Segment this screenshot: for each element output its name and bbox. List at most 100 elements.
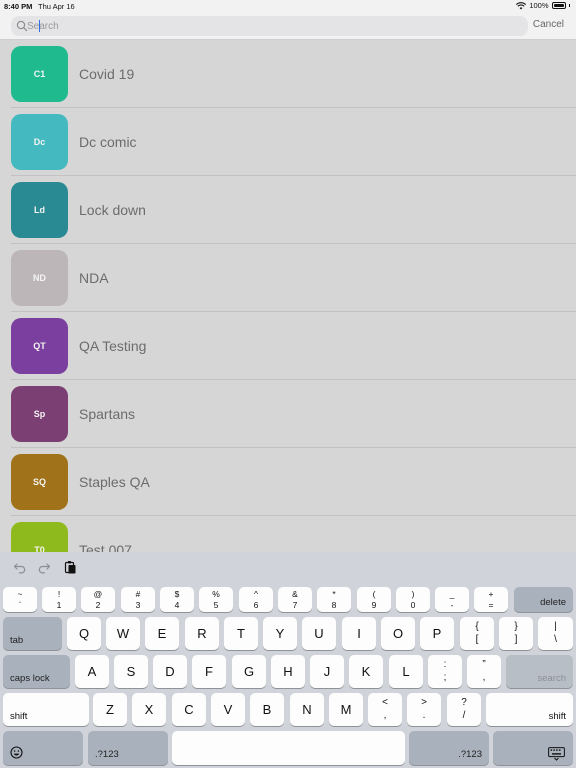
avatar: SQ [11,454,68,510]
key-t[interactable]: T [224,617,258,650]
status-right: 100% [516,1,570,10]
key-3[interactable]: # 3 [121,587,155,612]
list-item[interactable]: C1 Covid 19 [0,40,576,108]
key-backslash[interactable]: | \ [538,617,573,650]
key-number: 0 [410,600,416,610]
list-item[interactable]: QT QA Testing [0,312,576,380]
key-d[interactable]: D [153,655,187,688]
key-e[interactable]: E [145,617,179,650]
list-item-title: Covid 19 [79,66,135,82]
key-s[interactable]: S [114,655,148,688]
key-n[interactable]: N [290,693,324,726]
key-m[interactable]: M [329,693,363,726]
key-l[interactable]: L [389,655,423,688]
search-header: Cancel [0,12,576,40]
status-time: 8:40 PM [4,2,33,11]
list-item[interactable]: ND NDA [0,244,576,312]
key-equals[interactable]: + = [474,587,508,612]
key-label: K [361,664,371,679]
key-bracket-left[interactable]: { [ [460,617,494,650]
key-w[interactable]: W [106,617,140,650]
list-item-title: QA Testing [79,338,147,354]
search-box[interactable] [11,16,528,36]
key-symbol: % [212,589,220,599]
key-j[interactable]: J [310,655,344,688]
tab-key[interactable]: tab [3,617,62,650]
key-0[interactable]: ) 0 [396,587,430,612]
key-number: = [488,600,494,610]
list-item[interactable]: Dc Dc comic [0,108,576,176]
key-q[interactable]: Q [67,617,101,650]
key-label: N [302,702,312,717]
key-symbol: & [292,589,298,599]
key-backtick[interactable]: ~ ` [3,587,37,612]
key-quote[interactable]: ” , [467,655,501,688]
emoji-key[interactable] [3,731,83,765]
key-bracket-right[interactable]: } ] [499,617,533,650]
key-semicolon[interactable]: : ; [428,655,462,688]
shift-left-key[interactable]: shift [3,693,89,726]
key-symbol-alt: \ [554,634,557,645]
key-y[interactable]: Y [263,617,297,650]
numbers-key-label: .?123 [95,749,119,760]
key-k[interactable]: K [349,655,383,688]
list-item[interactable]: Ld Lock down [0,176,576,244]
key-a[interactable]: A [75,655,109,688]
undo-icon[interactable] [13,560,27,574]
key-p[interactable]: P [420,617,454,650]
key-v[interactable]: V [211,693,245,726]
key-period[interactable]: > . [407,693,441,726]
key-6[interactable]: ^ 6 [239,587,273,612]
key-f[interactable]: F [192,655,226,688]
avatar: Dc [11,114,68,170]
key-b[interactable]: B [250,693,284,726]
delete-key[interactable]: delete [514,587,573,612]
key-1[interactable]: ! 1 [42,587,76,612]
list-item[interactable]: Sp Spartans [0,380,576,448]
battery-percent: 100% [529,1,549,10]
space-bar[interactable] [172,731,405,765]
key-number: 1 [56,600,62,610]
key-label: T [237,626,245,641]
list-item[interactable]: T0 Test 007 [0,516,576,552]
list-item[interactable]: SQ Staples QA [0,448,576,516]
key-r[interactable]: R [185,617,219,650]
status-bar: 8:40 PM Thu Apr 16 100% [0,0,576,12]
key-u[interactable]: U [302,617,336,650]
key-4[interactable]: $ 4 [160,587,194,612]
key-o[interactable]: O [381,617,415,650]
numbers-left-key[interactable]: .?123 [88,731,168,765]
key-x[interactable]: X [132,693,166,726]
caps-lock-key[interactable]: caps lock [3,655,70,688]
key-g[interactable]: G [232,655,266,688]
key-symbol: @ [93,589,103,599]
key-label: H [283,664,293,679]
key-h[interactable]: H [271,655,305,688]
key-i[interactable]: I [342,617,376,650]
paste-icon[interactable] [63,560,77,574]
numbers-right-key[interactable]: .?123 [409,731,489,765]
shift-right-key[interactable]: shift [486,693,573,726]
battery-icon [551,2,566,9]
key-c[interactable]: C [172,693,206,726]
key-minus[interactable]: _ - [435,587,469,612]
key-z[interactable]: Z [93,693,127,726]
keyboard-dismiss-key[interactable] [493,731,573,765]
redo-icon[interactable] [37,560,51,574]
key-label: V [223,702,233,717]
delete-key-label: delete [540,597,566,608]
cancel-button[interactable]: Cancel [533,19,564,30]
list-item-title: NDA [79,270,109,286]
key-5[interactable]: % 5 [199,587,233,612]
avatar: C1 [11,46,68,102]
key-comma[interactable]: < , [368,693,402,726]
key-9[interactable]: ( 9 [357,587,391,612]
search-input[interactable] [27,16,517,36]
key-symbol: { [475,621,479,632]
search-key[interactable]: search [506,655,573,688]
key-slash[interactable]: ? / [447,693,481,726]
caps-lock-key-label: caps lock [10,673,50,684]
key-7[interactable]: & 7 [278,587,312,612]
key-8[interactable]: * 8 [317,587,351,612]
key-2[interactable]: @ 2 [81,587,115,612]
